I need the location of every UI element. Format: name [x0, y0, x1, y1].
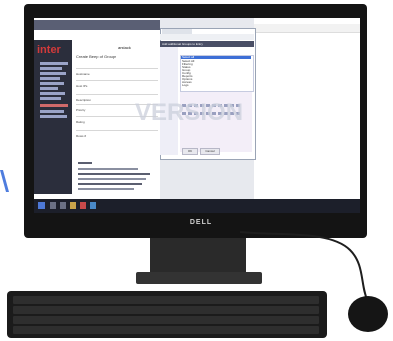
left-app-brand: arstack: [118, 45, 131, 50]
left-app-logo: inter: [37, 44, 61, 56]
sidebar-item[interactable]: [40, 82, 64, 85]
mouse: [348, 296, 388, 332]
sidebar-item[interactable]: [40, 97, 61, 100]
form-row: Description: [76, 88, 158, 102]
sidebar-item[interactable]: [40, 87, 58, 90]
app-icon[interactable]: [80, 202, 86, 209]
left-app-tabbar: [34, 20, 160, 30]
accent-slash: [0, 170, 9, 192]
ok-button[interactable]: OK: [182, 148, 198, 155]
right-app-toolbar: [254, 24, 360, 33]
form-label: Rows #: [76, 134, 87, 138]
browser-address-bar[interactable]: [160, 34, 254, 40]
search-icon[interactable]: [50, 202, 56, 209]
note-line: [78, 188, 134, 190]
sidebar-item[interactable]: [40, 72, 66, 75]
folder-icon[interactable]: [70, 202, 76, 209]
sidebar-item[interactable]: [40, 77, 60, 80]
sidebar-item[interactable]: [40, 92, 65, 95]
sidebar-item[interactable]: [40, 67, 62, 70]
browser-icon[interactable]: [90, 202, 96, 209]
sidebar-item[interactable]: [40, 110, 64, 113]
form-row: Host IPs: [76, 74, 158, 88]
page-title: Create Beep of Groups: [76, 54, 116, 59]
dialog-title: Add additional Groups to Entry: [162, 42, 203, 46]
device-brand-logo: DELL: [189, 219, 213, 226]
keyboard-row: [13, 316, 319, 324]
dropdown-option[interactable]: Logs: [182, 84, 222, 87]
task-view-icon[interactable]: [60, 202, 66, 209]
note-line: [78, 183, 142, 185]
keyboard-row: [13, 296, 319, 304]
keyboard-row: [13, 326, 319, 334]
sidebar-item[interactable]: [40, 115, 67, 118]
monitor-stand: [150, 238, 246, 274]
dropdown-option[interactable]: Select all: [182, 56, 222, 59]
note-line: [78, 173, 150, 175]
scene: inter arstack Create Beep of Groups Host…: [0, 0, 393, 341]
windows-start-icon[interactable]: [38, 202, 45, 209]
note-line: [78, 168, 138, 170]
notes-heading-line: [78, 162, 92, 164]
note-line: [78, 178, 146, 180]
sidebar-item[interactable]: [40, 62, 68, 65]
form-row: Hostname: [76, 62, 158, 76]
sidebar-item-active[interactable]: [40, 104, 68, 107]
cancel-button[interactable]: Cancel: [200, 148, 220, 155]
keyboard-row: [13, 306, 319, 314]
watermark: VERSION: [135, 100, 244, 126]
